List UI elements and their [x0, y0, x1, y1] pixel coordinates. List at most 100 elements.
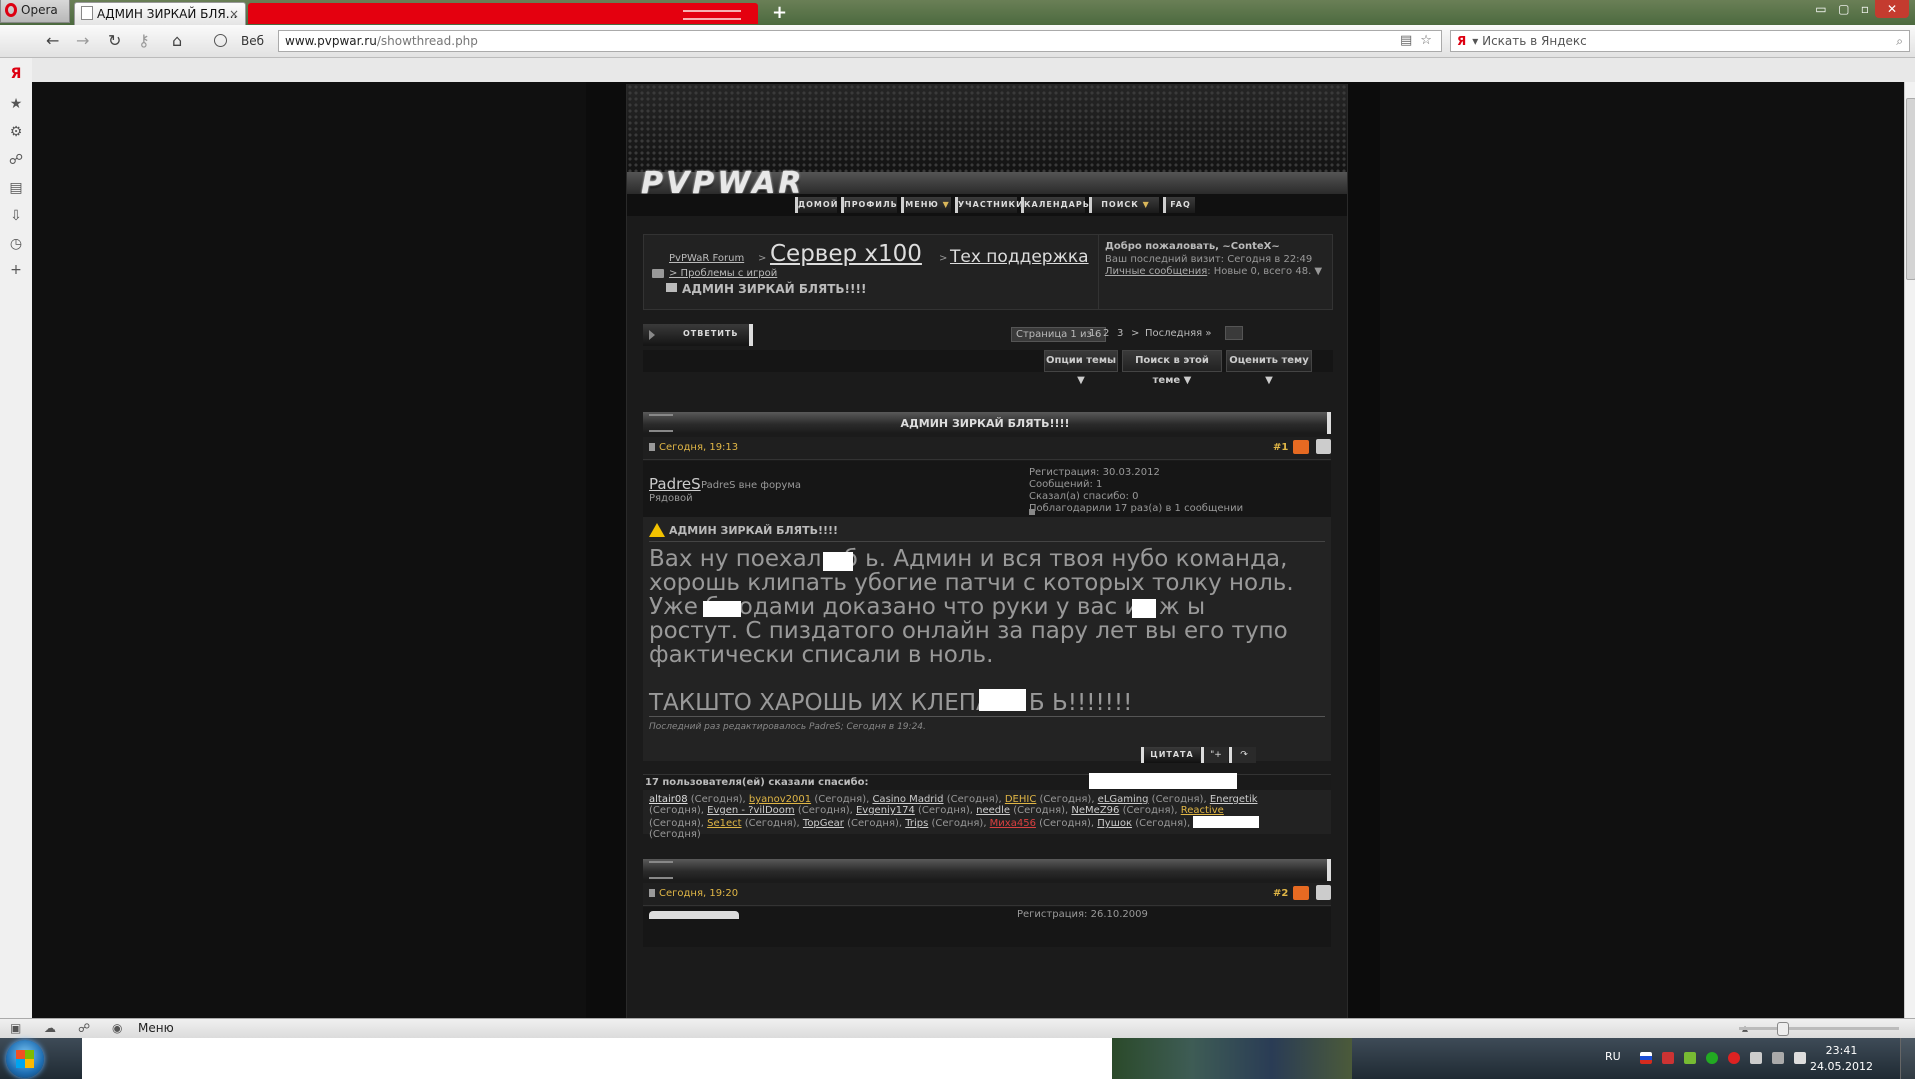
quick-reply-icon[interactable]: ↷: [1229, 747, 1256, 763]
turbo-icon[interactable]: ☁: [44, 1021, 56, 1035]
scrollbar-thumb[interactable]: [1906, 98, 1915, 280]
web-label[interactable]: Веб: [214, 34, 264, 48]
report-icon[interactable]: [1293, 886, 1309, 900]
flag-icon[interactable]: [1640, 1052, 1652, 1064]
tab-redacted[interactable]: [248, 3, 758, 24]
thanks-user[interactable]: Пушок: [1097, 818, 1132, 829]
nav-calendar[interactable]: КАЛЕНДАРЬ: [1021, 197, 1089, 213]
thanks-user[interactable]: needle: [976, 805, 1010, 816]
settings-gear-icon[interactable]: ⚙: [8, 124, 24, 140]
thanks-user[interactable]: TopGear: [803, 818, 844, 829]
search-field[interactable]: Я ▾ Искать в Яндекс ⌕: [1450, 30, 1910, 52]
nvidia-icon[interactable]: [1684, 1052, 1696, 1064]
thanks-user[interactable]: DEHIC: [1005, 794, 1036, 805]
thanks-user[interactable]: Evgen - ?vilDoom: [707, 805, 795, 816]
nav-search[interactable]: ПОИСК ▼: [1089, 197, 1159, 213]
bookmark-star-icon[interactable]: ☆: [1420, 33, 1440, 48]
history-clock-icon[interactable]: ◷: [8, 236, 24, 252]
thanks-user[interactable]: byanov2001: [749, 794, 811, 805]
nav-profile[interactable]: ПРОФИЛЬ: [841, 197, 897, 213]
unite-status-icon[interactable]: ☍: [78, 1021, 90, 1035]
reply-button[interactable]: ОТВЕТИТЬ: [643, 324, 753, 346]
window-controls[interactable]: ▭ ▢ ▫: [1815, 2, 1869, 16]
share-icon[interactable]: [1316, 439, 1331, 454]
page-next[interactable]: >: [1131, 328, 1139, 339]
new-tab-button[interactable]: +: [772, 2, 787, 23]
notes-icon[interactable]: ▤: [8, 180, 24, 196]
search-thread-button[interactable]: Поиск в этой теме ▼: [1122, 350, 1222, 386]
breadcrumb-root[interactable]: PvPWaR Forum: [669, 253, 744, 264]
yandex-panel-icon[interactable]: Я: [8, 66, 24, 82]
post-number[interactable]: #1: [1273, 442, 1288, 453]
quote-button[interactable]: ЦИТАТА: [1141, 747, 1200, 763]
nav-members[interactable]: УЧАСТНИКИ: [955, 197, 1023, 213]
address-field[interactable]: www.pvpwar.ru/showthread.php: [278, 30, 1442, 52]
nav-menu[interactable]: МЕНЮ ▼: [901, 197, 951, 213]
add-panel-icon[interactable]: +: [8, 262, 24, 278]
pm-link[interactable]: Личные сообщения: [1105, 266, 1207, 277]
author-name[interactable]: PadreS: [649, 475, 701, 493]
thanks-user[interactable]: altair08: [649, 794, 688, 805]
downloads-icon[interactable]: ⇩: [8, 208, 24, 224]
nav-faq[interactable]: FAQ: [1163, 197, 1195, 213]
report-icon[interactable]: [1293, 440, 1309, 454]
multiquote-button[interactable]: "+: [1201, 747, 1228, 763]
search-dropdown-icon[interactable]: ▾: [1472, 34, 1482, 48]
tab-active[interactable]: АДМИН ЗИРКАЙ БЛЯ... ×: [74, 2, 246, 25]
thanks-user[interactable]: Energetik: [1210, 794, 1258, 805]
thread-options-button[interactable]: Опции темы ▼: [1044, 350, 1118, 386]
start-button[interactable]: [6, 1040, 44, 1078]
search-icon[interactable]: ⌕: [1896, 31, 1903, 51]
language-indicator[interactable]: RU: [1605, 1050, 1621, 1063]
window-close-icon[interactable]: ✕: [1875, 0, 1909, 18]
breadcrumb-support[interactable]: Тех поддержка: [950, 247, 1089, 267]
zoom-slider[interactable]: [1739, 1022, 1899, 1036]
zoom-slider-knob[interactable]: [1777, 1022, 1789, 1036]
network-icon[interactable]: [1662, 1052, 1674, 1064]
rss-icon[interactable]: ▤☆: [1400, 33, 1440, 48]
rate-thread-button[interactable]: Оценить тему ▼: [1226, 350, 1312, 386]
pager-dropdown-icon[interactable]: [1225, 326, 1243, 340]
key-icon[interactable]: ⚷: [138, 31, 150, 50]
bookmarks-star-icon[interactable]: ★: [8, 96, 24, 112]
page-scrollbar[interactable]: [1904, 82, 1915, 1020]
show-desktop-button[interactable]: [1900, 1038, 1915, 1079]
nav-home[interactable]: ДОМОЙ: [795, 197, 837, 213]
thanks-user[interactable]: eLGaming: [1098, 794, 1149, 805]
status-menu-button[interactable]: Меню: [138, 1021, 174, 1035]
display-icon[interactable]: [1772, 1052, 1784, 1064]
reload-icon[interactable]: ↻: [108, 31, 121, 50]
thanks-user[interactable]: Se1ect: [707, 818, 741, 829]
page-1[interactable]: 1: [1089, 328, 1095, 339]
breadcrumb-server[interactable]: Сервер x100: [770, 241, 922, 267]
home-icon[interactable]: ⌂: [172, 31, 182, 50]
panel-toggle-icon[interactable]: ▣: [10, 1021, 21, 1035]
unite-icon[interactable]: ☍: [8, 152, 24, 168]
volume-icon[interactable]: [1794, 1052, 1806, 1064]
author-status: PadreS вне форума: [701, 480, 801, 491]
opera-menu-button[interactable]: Opera: [0, 0, 70, 23]
page-3[interactable]: 3: [1117, 328, 1123, 339]
speed-dial-icon[interactable]: ◉: [112, 1021, 122, 1035]
thanks-user[interactable]: Reactive: [1181, 805, 1224, 816]
thanks-user[interactable]: Evgeniy174: [856, 805, 915, 816]
share-icon[interactable]: [1316, 885, 1331, 900]
thanks-user[interactable]: Trips: [905, 818, 928, 829]
taskbar-apps[interactable]: [1112, 1038, 1352, 1079]
action-center-icon[interactable]: [1750, 1052, 1762, 1064]
skype-icon[interactable]: [1706, 1052, 1718, 1064]
avatar[interactable]: [649, 911, 739, 919]
thanks-user[interactable]: Миха456: [990, 818, 1036, 829]
tab-close-icon[interactable]: ×: [229, 3, 239, 25]
post-separator-bar: [643, 859, 1331, 881]
thanks-user[interactable]: NeMeZ96: [1071, 805, 1119, 816]
taskbar-clock[interactable]: 23:41 24.05.2012: [1810, 1043, 1873, 1075]
page-last[interactable]: Последняя »: [1145, 328, 1211, 339]
breadcrumb-problems[interactable]: > Проблемы с игрой: [669, 268, 777, 279]
thanks-user[interactable]: Casino Madrid: [872, 794, 943, 805]
antivirus-icon[interactable]: [1728, 1052, 1740, 1064]
page-2[interactable]: 2: [1103, 328, 1109, 339]
back-icon[interactable]: ←: [46, 31, 59, 50]
forward-icon[interactable]: →: [76, 31, 89, 50]
post-number[interactable]: #2: [1273, 888, 1288, 899]
